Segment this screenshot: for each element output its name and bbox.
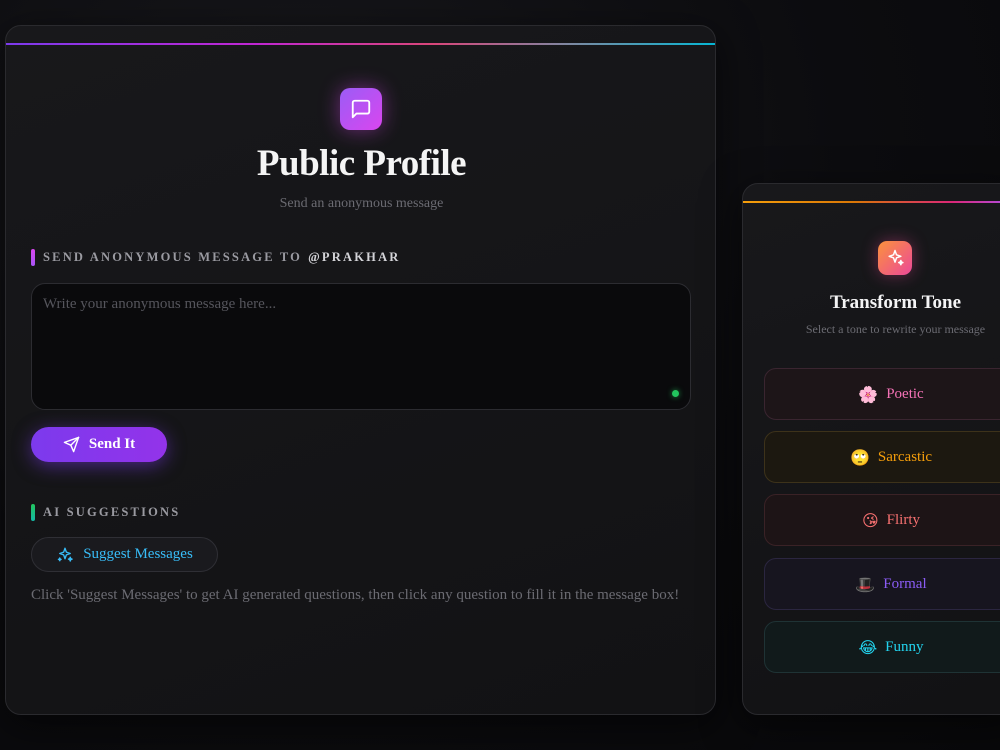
transform-tone-card: Transform Tone Select a tone to rewrite … bbox=[742, 183, 1000, 715]
suggest-messages-label: Suggest Messages bbox=[83, 546, 193, 562]
suggestions-help-text: Click 'Suggest Messages' to get AI gener… bbox=[31, 587, 680, 603]
sparkles-icon bbox=[878, 241, 912, 275]
ai-suggestions-section-label: AI SUGGESTIONS bbox=[31, 503, 180, 521]
public-profile-card: Public Profile Send an anonymous message… bbox=[5, 25, 716, 715]
flower-icon: 🌸 bbox=[858, 384, 879, 404]
recipient-username: @PRAKHAR bbox=[308, 249, 401, 264]
sparkles-icon bbox=[57, 547, 74, 562]
tone-button-sarcastic[interactable]: 🙄 Sarcastic bbox=[764, 431, 1000, 483]
tone-panel-title: Transform Tone bbox=[829, 292, 962, 313]
tone-button-funny[interactable]: 😂 Funny bbox=[764, 621, 1000, 673]
tone-button-formal[interactable]: 🎩 Formal bbox=[764, 558, 1000, 610]
send-label-text: SEND ANONYMOUS MESSAGE TO bbox=[43, 249, 303, 264]
tone-button-flirty[interactable]: 😘 Flirty bbox=[764, 494, 1000, 546]
section-accent-bar bbox=[31, 248, 35, 266]
ai-label-text: AI SUGGESTIONS bbox=[43, 504, 181, 519]
tone-panel-subtitle: Select a tone to rewrite your message bbox=[805, 322, 986, 336]
tone-label: Flirty bbox=[886, 511, 921, 528]
send-message-section-label: SEND ANONYMOUS MESSAGE TO @PRAKHAR bbox=[31, 248, 401, 266]
gradient-divider bbox=[743, 201, 1000, 203]
suggest-messages-button[interactable]: Suggest Messages bbox=[31, 537, 218, 572]
tone-label: Funny bbox=[885, 638, 924, 655]
message-box bbox=[31, 283, 691, 410]
tone-label: Poetic bbox=[886, 385, 924, 402]
send-button[interactable]: Send It bbox=[31, 427, 167, 462]
kiss-face-icon: 😘 bbox=[861, 510, 879, 530]
tone-button-poetic[interactable]: 🌸 Poetic bbox=[764, 368, 1000, 420]
paper-plane-icon bbox=[63, 436, 80, 453]
gradient-divider bbox=[6, 43, 715, 45]
tone-label: Formal bbox=[883, 575, 927, 592]
tone-label: Sarcastic bbox=[877, 448, 933, 465]
online-status-dot bbox=[672, 390, 679, 397]
page-subtitle: Send an anonymous message bbox=[279, 196, 444, 211]
laughing-face-icon: 😂 bbox=[858, 637, 878, 657]
eye-roll-face-icon: 🙄 bbox=[849, 447, 870, 467]
chat-bubble-icon bbox=[340, 88, 382, 130]
top-hat-icon: 🎩 bbox=[855, 574, 876, 594]
page-title: Public Profile bbox=[256, 143, 467, 184]
section-accent-bar bbox=[31, 503, 35, 521]
send-button-label: Send It bbox=[88, 436, 136, 452]
message-input[interactable] bbox=[32, 284, 690, 409]
